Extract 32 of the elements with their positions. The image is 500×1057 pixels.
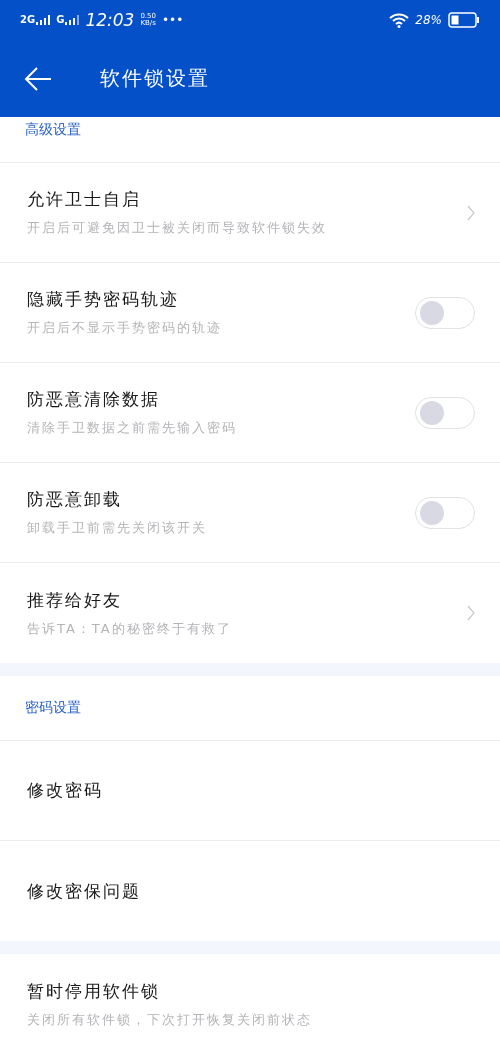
signal-icon — [65, 15, 80, 25]
section-header: 密码设置 — [25, 699, 81, 717]
setting-description: 告诉TA：TA的秘密终于有救了 — [27, 619, 233, 638]
section-header: 高级设置 — [25, 121, 81, 139]
setting-description: 清除手卫数据之前需先输入密码 — [27, 419, 238, 437]
setting-title[interactable]: 修改密保问题 — [27, 879, 475, 903]
setting-description: 开启后可避免因卫士被关闭而导致软件锁失效 — [27, 219, 328, 237]
setting-description: 卸载手卫前需先关闭该开关 — [27, 519, 208, 537]
setting-title[interactable]: 暂时停用软件锁 — [27, 979, 475, 1003]
more-indicator: ••• — [162, 13, 184, 27]
setting-title[interactable]: 隐藏手势密码轨迹 — [27, 288, 415, 311]
toggle-switch[interactable] — [415, 396, 475, 429]
setting-description: 开启后不显示手势密码的轨迹 — [27, 319, 223, 337]
chevron-right-icon — [467, 605, 475, 621]
toggle-switch[interactable] — [415, 296, 475, 329]
chevron-right-icon — [467, 204, 475, 221]
battery-percent: 28% — [415, 13, 442, 27]
clock: 12:03 — [85, 10, 135, 30]
setting-title[interactable]: 允许卫士自启 — [27, 188, 467, 211]
battery-icon — [448, 12, 480, 28]
back-arrow-icon[interactable] — [24, 65, 52, 92]
network-label: G — [56, 15, 65, 25]
setting-title[interactable]: 防恶意卸载 — [27, 488, 415, 511]
network-label: 2G — [20, 15, 36, 25]
setting-title[interactable]: 防恶意清除数据 — [27, 388, 415, 411]
setting-title[interactable]: 修改密码 — [27, 779, 475, 802]
page-title: 软件锁设置 — [100, 65, 210, 92]
toggle-switch[interactable] — [415, 496, 475, 529]
wifi-icon — [389, 12, 410, 28]
setting-title[interactable]: 推荐给好友 — [27, 588, 467, 612]
signal-icon — [36, 15, 51, 25]
setting-description: 关闭所有软件锁，下次打开恢复关闭前状态 — [27, 1010, 313, 1029]
